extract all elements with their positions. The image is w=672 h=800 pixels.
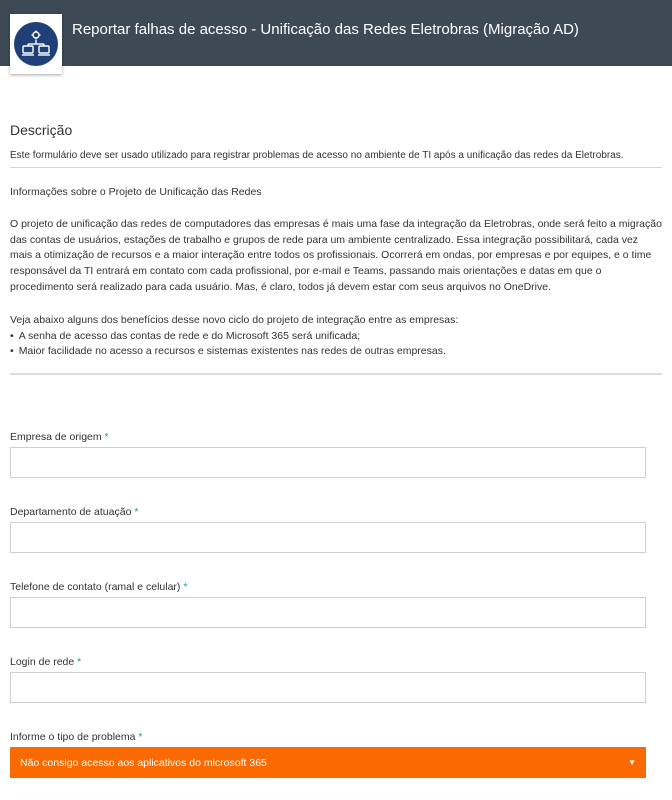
telefone-field: Telefone de contato (ramal e celular) *: [10, 581, 646, 628]
empresa-origem-label: Empresa de origem *: [10, 431, 109, 443]
login-rede-input[interactable]: [10, 672, 646, 703]
list-item: Maior facilidade no acesso a recursos e …: [10, 344, 662, 359]
network-computers-icon: [14, 22, 58, 66]
description-subtitle: Este formulário deve ser usado utilizado…: [10, 148, 662, 168]
required-marker: *: [183, 581, 188, 593]
login-rede-label: Login de rede *: [10, 656, 82, 668]
required-marker: *: [134, 506, 139, 518]
problem-type-label: Informe o tipo de problema *: [10, 731, 143, 743]
form-title: Reportar falhas de acesso - Unificação d…: [72, 21, 579, 38]
departamento-input[interactable]: [10, 522, 646, 553]
benefits-list: A senha de acesso das contas de rede e d…: [10, 329, 662, 359]
login-rede-field: Login de rede *: [10, 656, 646, 703]
empresa-origem-field: Empresa de origem *: [10, 431, 646, 478]
departamento-label: Departamento de atuação *: [10, 506, 139, 518]
problem-type-selected-value: Não consigo acesso aos aplicativos do mi…: [20, 756, 267, 769]
problem-type-field: Informe o tipo de problema * Não consigo…: [10, 731, 646, 778]
section-divider: [10, 372, 662, 375]
description-section: Descrição Este formulário deve ser usado…: [10, 122, 662, 375]
info-title: Informações sobre o Projeto de Unificaçã…: [10, 186, 262, 198]
telefone-input[interactable]: [10, 597, 646, 628]
required-marker: *: [77, 656, 82, 668]
form-header: Reportar falhas de acesso - Unificação d…: [0, 0, 672, 74]
required-marker: *: [104, 431, 109, 443]
benefits-intro: Veja abaixo alguns dos benefícios desse …: [10, 313, 459, 326]
problem-type-select[interactable]: Não consigo acesso aos aplicativos do mi…: [10, 747, 646, 778]
description-heading: Descrição: [10, 122, 73, 138]
departamento-field: Departamento de atuação *: [10, 506, 646, 553]
chevron-down-icon: ▼: [628, 758, 636, 767]
empresa-origem-input[interactable]: [10, 447, 646, 478]
list-item: A senha de acesso das contas de rede e d…: [10, 329, 662, 344]
form-logo: [10, 14, 62, 74]
telefone-label: Telefone de contato (ramal e celular) *: [10, 581, 188, 593]
info-paragraph: O projeto de unificação das redes de com…: [10, 217, 662, 293]
required-marker: *: [138, 731, 143, 743]
